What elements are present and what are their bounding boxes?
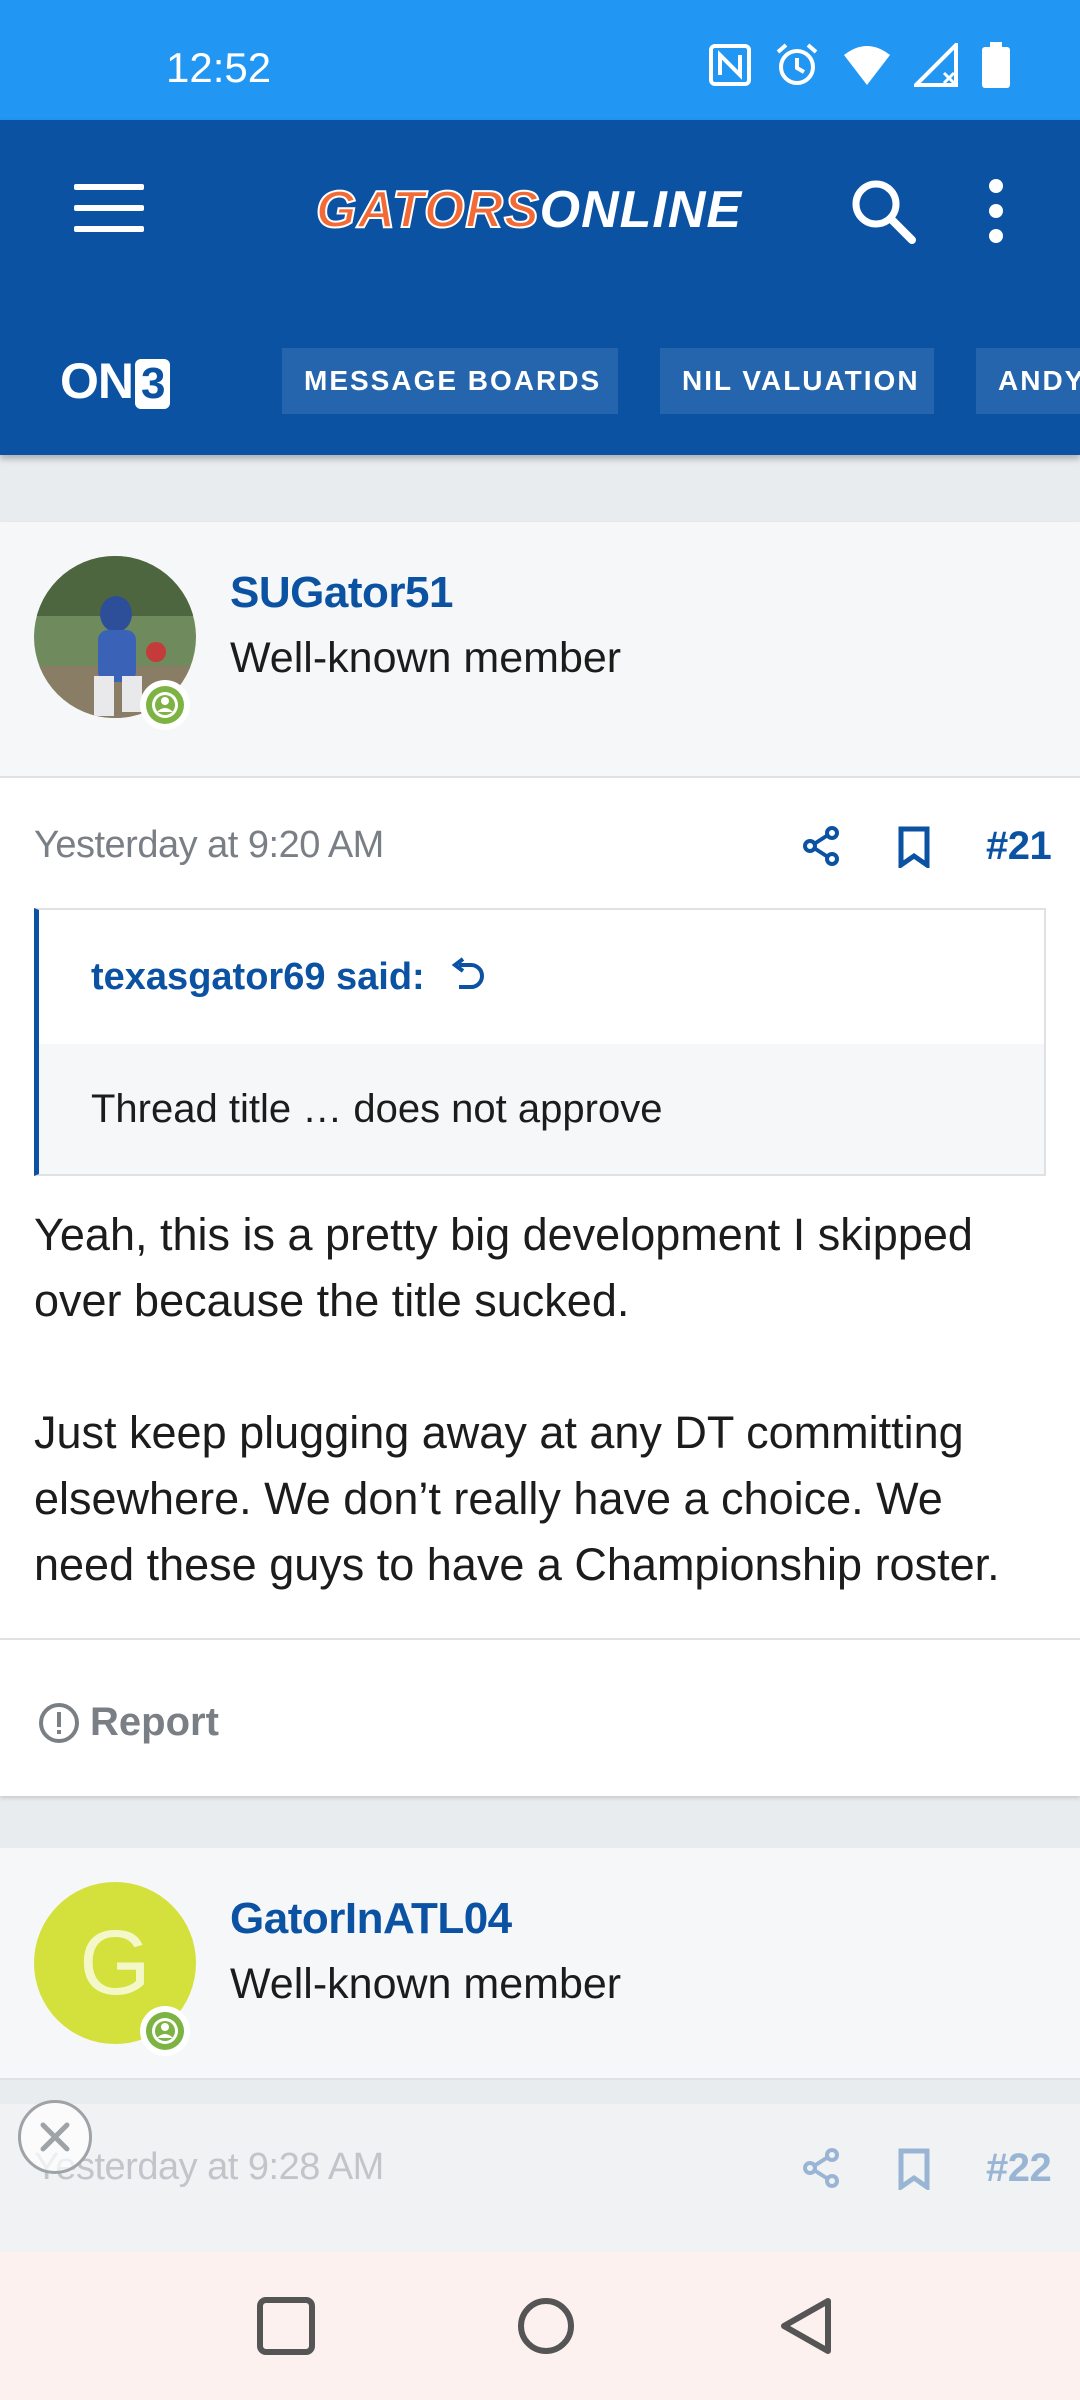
post-author-header: SUGator51 Well-known member xyxy=(0,522,1080,778)
report-icon xyxy=(39,1702,79,1743)
bookmark-icon[interactable] xyxy=(896,826,932,868)
on3-brand-logo[interactable]: ON 3 xyxy=(60,352,171,410)
status-time: 12:52 xyxy=(166,44,272,91)
bookmark-icon[interactable] xyxy=(896,2148,932,2190)
status-icons xyxy=(708,42,1010,88)
menu-icon[interactable] xyxy=(74,184,144,244)
post-user-title: Well-known member xyxy=(230,634,622,682)
report-button[interactable]: Report xyxy=(38,1700,219,1745)
online-status-icon xyxy=(140,680,190,730)
tab-andy[interactable]: ANDY xyxy=(976,348,1080,414)
post-body-paragraph: Just keep plugging away at any DT commit… xyxy=(34,1407,1000,1590)
tab-nil-valuation[interactable]: NIL VALUATION xyxy=(660,348,934,414)
nfc-icon xyxy=(709,44,751,86)
system-navigation-bar xyxy=(0,2252,1080,2400)
search-icon[interactable] xyxy=(848,176,918,246)
post-username[interactable]: SUGator51 xyxy=(230,568,453,618)
home-icon[interactable] xyxy=(516,2296,576,2356)
quote-block: texasgator69 said: Thread title … does n… xyxy=(34,908,1046,1176)
post-number[interactable]: #21 xyxy=(986,824,1052,869)
recent-apps-icon[interactable] xyxy=(256,2296,316,2356)
back-icon[interactable] xyxy=(776,2296,836,2356)
more-options-icon[interactable] xyxy=(976,176,1016,246)
close-icon[interactable] xyxy=(18,2100,92,2174)
wifi-icon xyxy=(844,46,890,85)
post-username[interactable]: GatorInATL04 xyxy=(230,1894,512,1944)
alarm-icon xyxy=(776,43,818,85)
share-icon[interactable] xyxy=(800,2146,844,2190)
online-status-icon xyxy=(140,2006,190,2056)
logo-part-gators: GATORS xyxy=(315,180,540,240)
avatar-letter: G xyxy=(79,1911,151,2014)
site-logo[interactable]: GATORSONLINE xyxy=(315,180,743,240)
jump-to-quote-icon[interactable] xyxy=(449,957,485,997)
post-date[interactable]: Yesterday at 9:20 AM xyxy=(34,824,384,867)
logo-part-online: ONLINE xyxy=(539,181,743,239)
on3-number: 3 xyxy=(135,359,171,409)
post-author-header: G GatorInATL04 Well-known member xyxy=(0,1848,1080,2080)
report-label: Report xyxy=(90,1700,219,1744)
share-icon[interactable] xyxy=(800,824,844,868)
battery-icon xyxy=(982,42,1010,88)
post-number[interactable]: #22 xyxy=(986,2146,1052,2191)
post-meta: Yesterday at 9:20 AM #21 xyxy=(0,778,1080,908)
app-bar: GATORSONLINE ON 3 MESSAGE BOARDS NIL VALU… xyxy=(0,120,1080,455)
post-footer: Report xyxy=(0,1638,1080,1800)
tab-message-boards[interactable]: MESSAGE BOARDS xyxy=(282,348,618,414)
signal-icon xyxy=(914,43,958,87)
post-body: Yeah, this is a pretty big development I… xyxy=(0,1176,1080,1638)
on3-text: ON xyxy=(60,353,134,409)
post-card: SUGator51 Well-known member Yesterday at… xyxy=(0,522,1080,1796)
quote-text: Thread title … does not approve xyxy=(39,1044,1044,1174)
post-user-title: Well-known member xyxy=(230,1960,622,2008)
status-bar: 12:52 xyxy=(0,0,1080,120)
quote-author[interactable]: texasgator69 said: xyxy=(91,956,425,999)
post-meta: Yesterday at 9:28 AM #22 xyxy=(0,2104,1080,2254)
quote-header[interactable]: texasgator69 said: xyxy=(39,910,1044,1044)
post-body-paragraph: Yeah, this is a pretty big development I… xyxy=(34,1209,973,1326)
